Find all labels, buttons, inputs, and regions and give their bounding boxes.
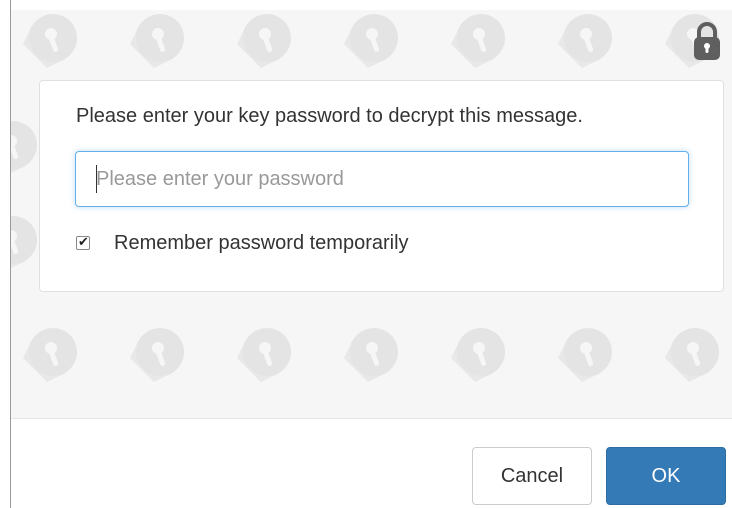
lock-icon bbox=[694, 22, 720, 60]
cancel-button[interactable]: Cancel bbox=[472, 447, 592, 505]
password-input[interactable] bbox=[75, 151, 689, 207]
password-panel: Please enter your key password to decryp… bbox=[39, 80, 724, 292]
decrypt-prompt: Please enter your key password to decryp… bbox=[76, 105, 583, 127]
remember-checkbox[interactable]: ✔ bbox=[76, 234, 90, 250]
footer-divider bbox=[11, 418, 732, 419]
ok-button[interactable]: OK bbox=[606, 447, 726, 505]
checkmark-icon: ✔ bbox=[78, 234, 89, 249]
decrypt-dialog: Please enter your key password to decryp… bbox=[0, 0, 732, 508]
remember-label[interactable]: Remember password temporarily bbox=[114, 232, 409, 255]
text-caret bbox=[96, 165, 97, 193]
remember-password-option[interactable]: ✔ Remember password temporarily bbox=[76, 229, 409, 257]
